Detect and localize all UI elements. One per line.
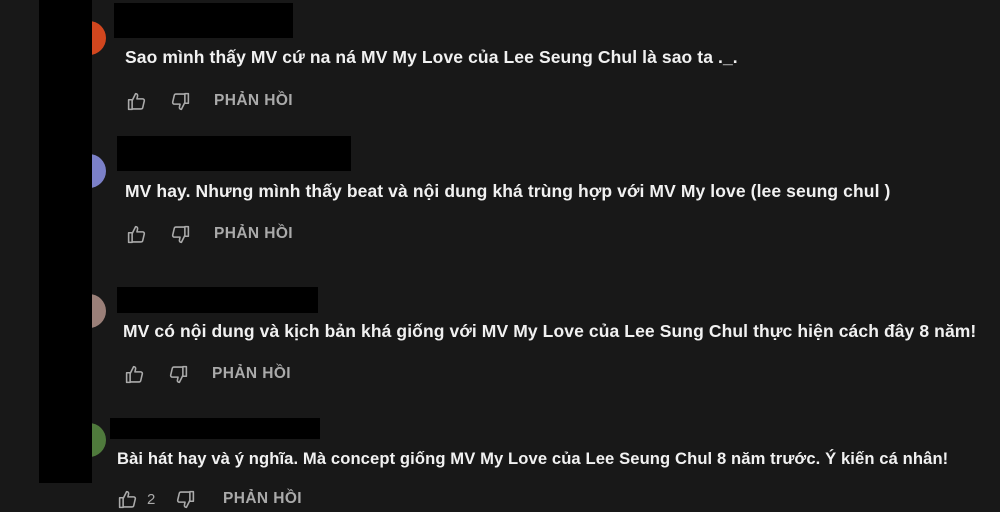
thumbs-down-icon [171, 225, 189, 243]
like-button[interactable] [124, 89, 148, 113]
comment-actions: 2 PHẢN HỒI [115, 487, 302, 511]
thumbs-down-icon [176, 490, 194, 508]
comment-text: Sao mình thấy MV cứ na ná MV My Love của… [125, 47, 738, 67]
thumbs-down-icon [169, 365, 187, 383]
like-button[interactable] [124, 222, 148, 246]
comment-text: MV có nội dung và kịch bản khá giống với… [123, 321, 977, 341]
comment-text: MV hay. Nhưng mình thấy beat và nội dung… [125, 181, 891, 201]
reply-button[interactable]: PHẢN HỒI [214, 225, 293, 243]
dislike-button[interactable] [166, 362, 190, 386]
dislike-button[interactable] [168, 89, 192, 113]
thumbs-up-icon [118, 490, 136, 508]
like-button[interactable] [115, 487, 139, 511]
comment-text: Bài hát hay và ý nghĩa. Mà concept giống… [117, 449, 949, 468]
dislike-button[interactable] [173, 487, 197, 511]
author-name-redacted [114, 3, 293, 38]
like-button[interactable] [122, 362, 146, 386]
reply-button[interactable]: PHẢN HỒI [212, 365, 291, 383]
author-name-redacted [117, 287, 318, 313]
thumbs-up-icon [125, 365, 143, 383]
thumbs-down-icon [171, 92, 189, 110]
comment-actions: PHẢN HỒI [124, 89, 293, 113]
reply-button[interactable]: PHẢN HỒI [214, 92, 293, 110]
author-name-redacted [110, 418, 320, 439]
comment-actions: PHẢN HỒI [122, 362, 291, 386]
reply-button[interactable]: PHẢN HỒI [223, 490, 302, 508]
like-count: 2 [147, 490, 156, 508]
comments-section: Sao mình thấy MV cứ na ná MV My Love của… [0, 0, 1000, 512]
thumbs-up-icon [127, 225, 145, 243]
thumbs-up-icon [127, 92, 145, 110]
author-name-redacted [117, 136, 351, 171]
comment-actions: PHẢN HỒI [124, 222, 293, 246]
avatar-column-redaction [39, 0, 92, 483]
dislike-button[interactable] [168, 222, 192, 246]
